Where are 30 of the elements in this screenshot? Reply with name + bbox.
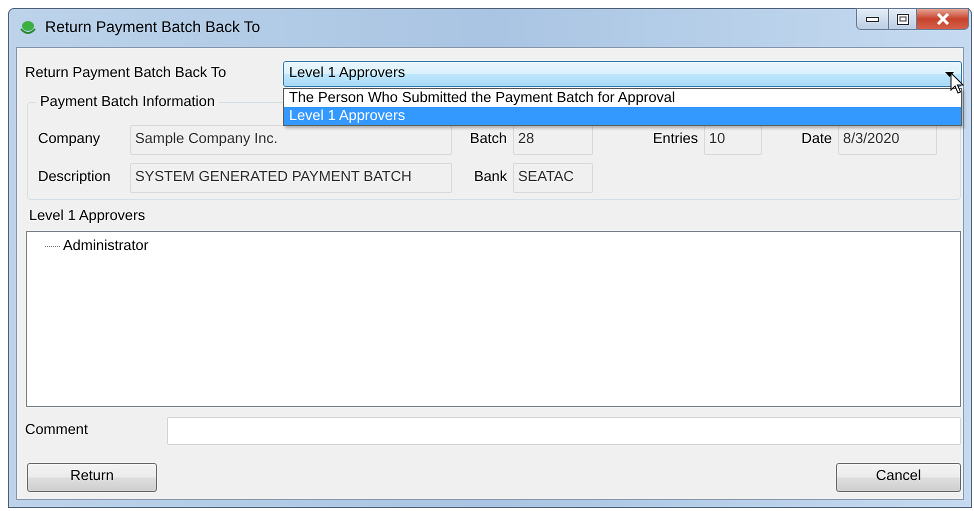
read-only-field: SEATAC — [513, 163, 593, 193]
field-label: Entries — [652, 130, 699, 150]
comment-label: Comment — [25, 420, 89, 440]
field-label: Bank — [472, 168, 508, 188]
window-title: Return Payment Batch Back To — [45, 18, 260, 38]
read-only-field: SYSTEM GENERATED PAYMENT BATCH — [130, 163, 452, 193]
read-only-field: 10 — [704, 125, 762, 155]
field-label: Company — [38, 130, 102, 150]
return-button[interactable]: Return — [27, 462, 157, 492]
app-icon — [19, 20, 37, 36]
return-to-label: Return Payment Batch Back To — [25, 64, 228, 84]
group-title: Payment Batch Information — [36, 93, 219, 111]
tree-item[interactable]: Administrator — [63, 236, 148, 258]
dropdown-option[interactable]: The Person Who Submitted the Payment Batch for Approval — [284, 89, 961, 107]
read-only-field: 28 — [513, 125, 593, 155]
cancel-button[interactable]: Cancel — [836, 462, 961, 492]
return-to-dropdown[interactable]: Level 1 Approvers — [283, 61, 962, 87]
close-button[interactable] — [917, 8, 969, 30]
field-label: Batch — [468, 130, 508, 150]
field-label: Description — [38, 168, 112, 188]
comment-field[interactable] — [167, 416, 961, 445]
read-only-field: Sample Company Inc. — [130, 125, 452, 155]
field-label: Date — [800, 130, 833, 150]
maximize-button[interactable] — [889, 8, 917, 30]
minimize-icon — [866, 16, 879, 22]
close-icon — [936, 13, 950, 25]
maximize-icon — [896, 14, 908, 24]
minimize-button[interactable] — [856, 8, 889, 30]
approvers-label: Level 1 Approvers — [29, 207, 146, 226]
read-only-field: 8/3/2020 — [838, 125, 937, 155]
